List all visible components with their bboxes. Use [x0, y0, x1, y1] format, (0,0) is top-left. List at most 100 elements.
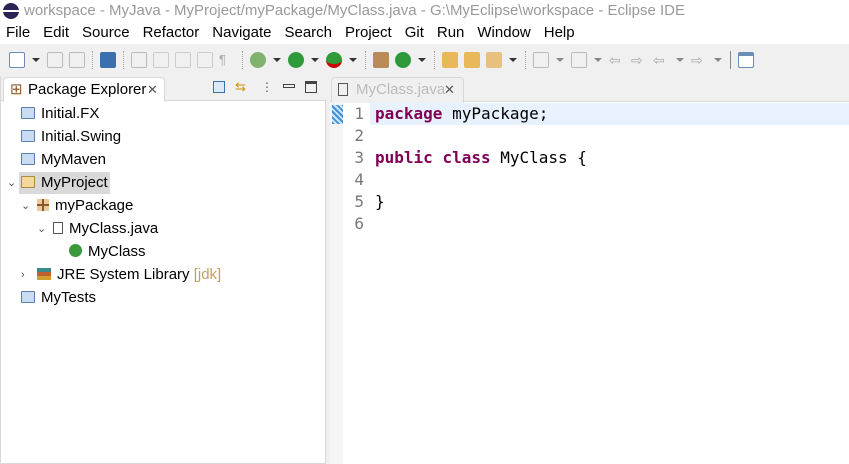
link-with-editor-icon[interactable]: ⇆: [235, 80, 247, 93]
package-explorer-title: Package Explorer: [28, 81, 147, 98]
package-explorer-icon: ⊞: [10, 81, 23, 98]
new-class-icon[interactable]: [395, 52, 411, 68]
menu-window[interactable]: Window: [477, 22, 530, 44]
search-icon[interactable]: [131, 52, 147, 68]
close-icon[interactable]: ✕: [444, 78, 455, 102]
whitespace-icon[interactable]: [197, 52, 213, 68]
last-edit-icon[interactable]: ⇦: [609, 52, 625, 68]
back-icon[interactable]: ⇦: [653, 52, 669, 68]
menu-run[interactable]: Run: [437, 22, 465, 44]
chevron-down-icon[interactable]: ⌄: [37, 218, 46, 240]
save-all-icon[interactable]: [69, 52, 85, 68]
menu-help[interactable]: Help: [544, 22, 575, 44]
tree-item-myclass-java[interactable]: ⌄ MyClass.java: [37, 218, 158, 240]
menu-file[interactable]: File: [6, 22, 30, 44]
tree-item-mypackage[interactable]: ⌄ myPackage: [21, 195, 133, 217]
code-line-3[interactable]: public class MyClass {: [375, 147, 587, 169]
debug-icon[interactable]: [250, 52, 266, 68]
save-icon[interactable]: [47, 52, 63, 68]
open-task-icon[interactable]: [464, 52, 480, 68]
code-text: MyClass {: [490, 148, 587, 167]
tree-item-myproject[interactable]: ⌄ MyProject: [7, 172, 110, 194]
next-edit-icon[interactable]: ⇨: [631, 52, 647, 68]
run-dropdown[interactable]: [311, 58, 319, 62]
line-number: 3: [354, 148, 364, 167]
project-folder-icon: [21, 291, 35, 303]
maximize-icon[interactable]: [305, 81, 317, 93]
menu-source[interactable]: Source: [82, 22, 130, 44]
tree-item-jre-library[interactable]: › JRE System Library [jdk]: [21, 264, 222, 286]
tree-item-label: MyTests: [41, 289, 97, 306]
separator: [730, 51, 731, 69]
separator: [365, 51, 366, 69]
block-selection-icon[interactable]: [175, 52, 191, 68]
separator: [92, 51, 93, 69]
next-annotation-dropdown[interactable]: [556, 58, 564, 62]
tree-item-initial-swing[interactable]: Initial.Swing: [21, 126, 121, 148]
terminal-icon[interactable]: [100, 52, 116, 68]
eclipse-logo-icon: [3, 3, 19, 19]
annotation-icon[interactable]: [153, 52, 169, 68]
new-class-dropdown[interactable]: [418, 58, 426, 62]
new-package-icon[interactable]: [373, 52, 389, 68]
toolbar: ¶ ⇦ ⇨ ⇦ ⇨: [0, 44, 849, 76]
tree-item-mymaven[interactable]: MyMaven: [21, 149, 106, 171]
forward-icon[interactable]: ⇨: [691, 52, 707, 68]
next-annotation-icon[interactable]: [533, 52, 549, 68]
search-tool-icon[interactable]: [486, 52, 502, 68]
new-dropdown[interactable]: [32, 58, 40, 62]
menu-git[interactable]: Git: [405, 22, 424, 44]
package-explorer-tab[interactable]: ⊞ Package Explorer ✕: [3, 77, 165, 102]
debug-dropdown[interactable]: [273, 58, 281, 62]
project-folder-icon: [21, 130, 35, 142]
close-icon[interactable]: ✕: [147, 78, 158, 102]
coverage-dropdown[interactable]: [349, 58, 357, 62]
menu-bar: File Edit Source Refactor Navigate Searc…: [0, 22, 849, 44]
code-line-5[interactable]: }: [375, 191, 385, 213]
previous-annotation-dropdown[interactable]: [594, 58, 602, 62]
package-icon: [37, 199, 49, 211]
tree-item-label: Initial.FX: [41, 105, 100, 122]
menu-navigate[interactable]: Navigate: [212, 22, 271, 44]
menu-edit[interactable]: Edit: [43, 22, 69, 44]
coverage-icon[interactable]: [326, 52, 342, 68]
tree-item-label: MyProject: [41, 174, 108, 191]
separator: [242, 51, 243, 69]
editor-tab-myclass-java[interactable]: MyClass.java ✕: [331, 77, 464, 103]
annotation-ruler: [330, 102, 343, 464]
tree-item-myclass[interactable]: MyClass: [69, 241, 146, 263]
chevron-down-icon[interactable]: ⌄: [7, 172, 16, 194]
pilcrow-icon[interactable]: ¶: [219, 52, 235, 68]
project-folder-icon: [21, 153, 35, 165]
menu-refactor[interactable]: Refactor: [143, 22, 200, 44]
tree-item-mytests[interactable]: MyTests: [21, 287, 96, 309]
tree-item-initial-fx[interactable]: Initial.FX: [21, 103, 99, 125]
java-file-icon: [53, 222, 63, 234]
keyword: class: [442, 148, 491, 167]
editor-header: MyClass.java ✕: [330, 76, 849, 103]
forward-dropdown[interactable]: [714, 58, 722, 62]
package-explorer-panel: ⊞ Package Explorer ✕ ⇆ ⋮ Initial.FX Init…: [0, 76, 327, 464]
open-type-icon[interactable]: [442, 52, 458, 68]
back-dropdown[interactable]: [676, 58, 684, 62]
chevron-right-icon[interactable]: ›: [21, 264, 25, 286]
line-number: 4: [354, 170, 364, 189]
tree-item-suffix: [jdk]: [193, 266, 222, 283]
keyword: public: [375, 148, 433, 167]
chevron-down-icon[interactable]: ⌄: [21, 195, 30, 217]
code-line-1[interactable]: package myPackage;: [375, 103, 548, 125]
separator: [123, 51, 124, 69]
collapse-all-icon[interactable]: [213, 81, 225, 93]
java-file-icon: [338, 83, 348, 96]
separator: [434, 51, 435, 69]
menu-project[interactable]: Project: [345, 22, 392, 44]
minimize-icon[interactable]: [283, 84, 295, 88]
previous-annotation-icon[interactable]: [571, 52, 587, 68]
menu-search[interactable]: Search: [284, 22, 332, 44]
view-menu-icon[interactable]: ⋮: [261, 81, 273, 93]
run-icon[interactable]: [288, 52, 304, 68]
search-dropdown[interactable]: [509, 58, 517, 62]
open-perspective-icon[interactable]: [738, 52, 754, 68]
class-icon: [69, 244, 82, 257]
new-icon[interactable]: [9, 52, 25, 68]
